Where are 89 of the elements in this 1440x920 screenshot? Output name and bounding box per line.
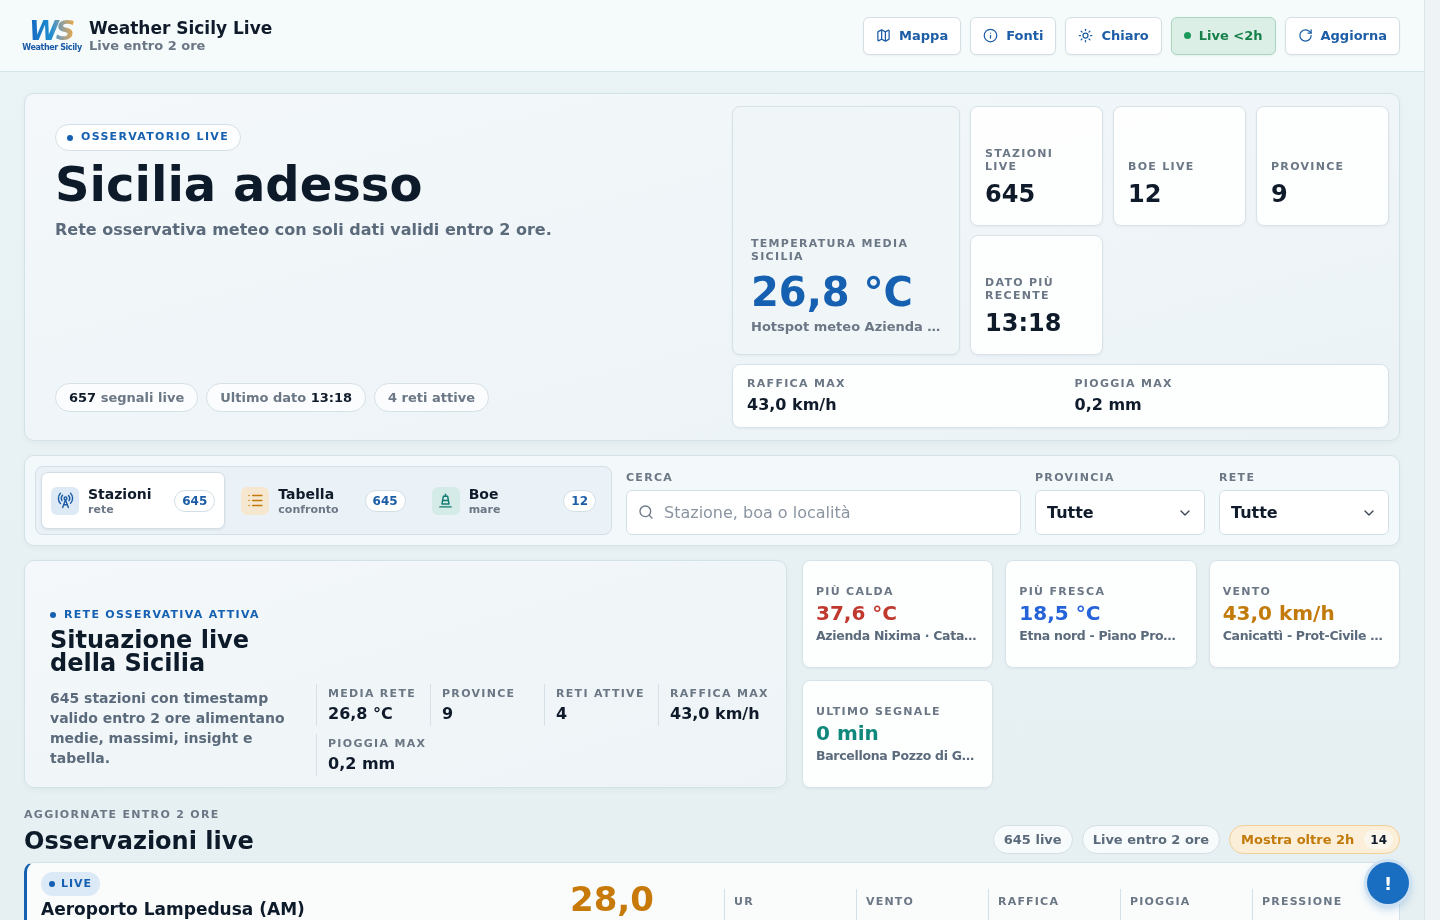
stat-label: BOE LIVE — [1128, 160, 1196, 173]
column-header: PIOGGIA — [1120, 889, 1252, 920]
list-icon — [241, 486, 270, 515]
hero-subtitle: Rete osservativa meteo con soli dati validi entro 2 ore. — [55, 220, 553, 240]
count-pill: 12 — [563, 489, 596, 512]
toolbar-button[interactable]: Mappa — [863, 16, 962, 55]
highlight-value: 18,5 °C — [1019, 600, 1102, 625]
metric-value: 4 — [556, 705, 569, 723]
column-header: RAFFICA — [988, 889, 1120, 920]
metric-value: 43,0 km/h — [670, 705, 761, 723]
logo-caption: Weather Sicily — [22, 43, 82, 52]
status-label: OSSERVATORIO LIVE — [81, 129, 229, 146]
section-description: 645 stazioni con timestamp valido entro 2 ore alimentano medie, massimi, insight e tabella. — [50, 689, 286, 768]
select-field[interactable]: Tutte — [1219, 490, 1389, 535]
metric-value: 0,2 mm — [328, 755, 397, 773]
metric-label: RETI ATTIVE — [556, 687, 646, 700]
filter-chip[interactable]: 645 live — [992, 825, 1073, 854]
highlight-label: PIÙ CALDA — [816, 584, 895, 598]
highlight-value: 37,6 °C — [816, 600, 898, 625]
hero-title: Sicilia adesso — [55, 156, 424, 212]
radio-tower-icon — [51, 486, 79, 515]
toolbar-button[interactable]: Live <2h — [1170, 16, 1276, 55]
metric-value: 26,8 °C — [328, 705, 394, 723]
count-pill: 645 — [364, 489, 406, 512]
highlight-place: Azienda Nixima · Cata… — [816, 627, 977, 644]
metric-label: PIOGGIA MAX — [328, 737, 428, 750]
highlight-value: 43,0 km/h — [1222, 600, 1336, 625]
view-tab[interactable]: Boe mare 12 — [421, 472, 606, 529]
scrollbar-track[interactable] — [1424, 0, 1440, 920]
stat-value: 9 — [1271, 180, 1289, 208]
stat-value: 645 — [985, 180, 1037, 208]
column-header: UR — [724, 889, 856, 920]
map-icon — [876, 28, 892, 43]
stat-label: PIOGGIA MAX — [1074, 377, 1174, 390]
count-pill: 14 — [1364, 830, 1393, 849]
filter-chip[interactable]: Live entro 2 ore — [1081, 825, 1221, 854]
card-label: TEMPERATURA MEDIA SICILIA — [751, 237, 910, 263]
search-field[interactable]: Stazione, boa o località — [626, 490, 1021, 535]
metric-label: MEDIA RETE — [328, 687, 418, 700]
stat-label: RAFFICA MAX — [747, 377, 847, 390]
field-label: RETE — [1219, 471, 1257, 484]
toolbar-button[interactable]: Chiaro — [1065, 16, 1162, 55]
app-subtitle: Live entro 2 ore — [89, 37, 206, 54]
stat-value: 13:18 — [985, 309, 1063, 337]
stat-label: DATO PIÙ RECENTE — [985, 276, 1055, 302]
floating-action-button[interactable]: ! — [1367, 862, 1409, 904]
field-label: CERCA — [626, 471, 675, 484]
section-eyebrow: AGGIORNATE ENTRO 2 ORE — [24, 808, 221, 821]
highlight-value: 0 min — [816, 720, 880, 745]
view-tab[interactable]: Stazioni rete 645 — [41, 472, 226, 529]
select-field[interactable]: Tutte — [1035, 490, 1205, 535]
highlight-label: PIÙ FRESCA — [1019, 584, 1107, 598]
toggle-chip[interactable]: Mostra oltre 2h 14 — [1229, 825, 1400, 854]
highlight-place: Etna nord - Piano Pro… — [1019, 627, 1176, 644]
stat-label: STAZIONI LIVE — [985, 147, 1055, 173]
section-title: Osservazioni live — [24, 827, 254, 855]
highlight-label: ULTIMO SEGNALE — [816, 704, 942, 718]
highlight-label: VENTO — [1222, 584, 1273, 598]
card-note: Hotspot meteo Azienda … — [751, 319, 941, 335]
highlight-place: Barcellona Pozzo di G… — [816, 747, 974, 764]
search-icon — [638, 504, 654, 520]
toolbar-button[interactable]: Aggiorna — [1284, 16, 1400, 55]
info-icon — [983, 28, 999, 43]
info-chip: Ultimo dato 13:18 — [206, 383, 367, 412]
refresh-icon — [1297, 28, 1313, 43]
count-pill: 645 — [174, 489, 216, 512]
column-header: VENTO — [856, 889, 988, 920]
temperature-value: 26,8 °C — [751, 269, 914, 315]
section-title: Situazione live della Sicilia — [50, 629, 251, 675]
status-label: LIVE — [61, 875, 93, 892]
stat-value: 12 — [1128, 180, 1163, 208]
stat-value: 0,2 mm — [1074, 395, 1143, 415]
metric-label: PROVINCE — [442, 687, 517, 700]
temperature-value: 28,0 — [570, 878, 655, 918]
view-tab[interactable]: Tabella confronto 645 — [231, 472, 416, 529]
stat-label: PROVINCE — [1271, 160, 1346, 173]
station-name: Aeroporto Lampedusa (AM) — [41, 898, 306, 920]
highlight-place: Canicattì - Prot-Civile … — [1222, 627, 1383, 644]
field-label: PROVINCIA — [1035, 471, 1116, 484]
toolbar-button[interactable]: Fonti — [970, 16, 1057, 55]
section-eyebrow: RETE OSSERVATIVA ATTIVA — [64, 608, 260, 621]
stat-value: 43,0 km/h — [747, 395, 838, 415]
metric-value: 9 — [442, 705, 455, 723]
info-chip: 657 segnali live — [55, 383, 199, 412]
app-title: Weather Sicily Live — [89, 17, 273, 38]
metric-label: RAFFICA MAX — [670, 687, 770, 700]
buoy-icon — [431, 486, 460, 515]
sun-icon — [1078, 28, 1094, 43]
info-chip: 4 reti attive — [374, 383, 489, 412]
